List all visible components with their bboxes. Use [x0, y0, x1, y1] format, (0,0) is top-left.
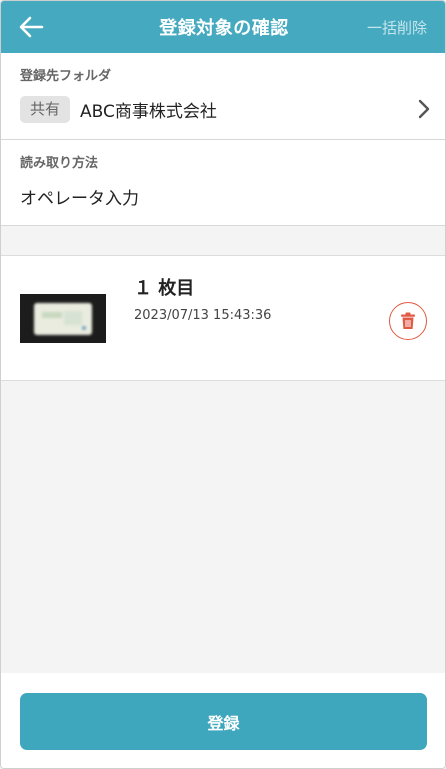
screen: 登録対象の確認 一括削除 登録先フォルダ 共有 ABC商事株式会社 読み取り方法… — [0, 0, 446, 769]
register-button[interactable]: 登録 — [20, 693, 427, 750]
destination-folder-section: 登録先フォルダ 共有 ABC商事株式会社 — [1, 53, 445, 140]
shared-badge: 共有 — [20, 95, 71, 123]
folder-name: ABC商事株式会社 — [80, 101, 217, 122]
destination-folder-label: 登録先フォルダ — [20, 69, 112, 84]
trash-icon — [401, 312, 415, 329]
reading-method-section: 読み取り方法 オペレータ入力 — [1, 140, 445, 226]
footer-bar: 登録 — [1, 673, 445, 768]
card-thumbnail[interactable] — [20, 294, 106, 343]
destination-folder-selector[interactable]: 共有 ABC商事株式会社 — [20, 92, 431, 126]
list-item[interactable]: １ 枚目 2023/07/13 15:43:36 — [1, 255, 445, 381]
item-title: １ 枚目 — [134, 278, 195, 299]
app-header: 登録対象の確認 一括削除 — [1, 1, 445, 53]
item-timestamp: 2023/07/13 15:43:36 — [134, 308, 272, 323]
business-card-image — [34, 303, 92, 335]
delete-button[interactable] — [389, 302, 427, 340]
reading-method-label: 読み取り方法 — [20, 156, 99, 171]
bulk-delete-button[interactable]: 一括削除 — [367, 1, 427, 53]
reading-method-value: オペレータ入力 — [20, 189, 139, 209]
chevron-right-icon — [418, 99, 430, 119]
